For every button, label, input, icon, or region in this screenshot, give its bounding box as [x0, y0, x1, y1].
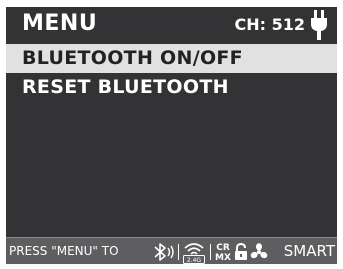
menu-list: BLUETOOTH ON/OFF RESET BLUETOOTH [6, 44, 337, 102]
status-separator [210, 244, 211, 260]
status-separator [178, 244, 179, 260]
menu-item-reset-bluetooth[interactable]: RESET BLUETOOTH [6, 73, 337, 102]
bluetooth-icon [154, 243, 174, 261]
crmx-top-text: CR [216, 243, 230, 253]
lock-icon [235, 243, 247, 260]
menu-hint-text: PRESS "MENU" TO [9, 244, 119, 258]
fan-mode-label: SMART [283, 242, 335, 260]
channel-readout: CH: 512 [234, 13, 305, 37]
plug-icon [311, 10, 327, 40]
menu-title: MENU [22, 11, 98, 36]
fan-icon [250, 243, 268, 259]
wireless-2.4g-icon: 2.4G [183, 243, 205, 264]
menu-item-bluetooth-toggle[interactable]: BLUETOOTH ON/OFF [6, 44, 337, 73]
status-bar: PRESS "MENU" TO 2.4G CR MX SMART [6, 237, 337, 264]
header-bar: MENU CH: 512 [6, 7, 337, 43]
channel-label: CH: [234, 15, 267, 34]
device-screen: MENU CH: 512 BLUETOOTH ON/OFF RESET BLUE… [6, 7, 337, 264]
rf-badge-text: 2.4G [187, 257, 202, 264]
crmx-bottom-text: MX [215, 253, 231, 263]
channel-value: 512 [271, 15, 305, 34]
crmx-icon: CR MX [215, 243, 231, 263]
